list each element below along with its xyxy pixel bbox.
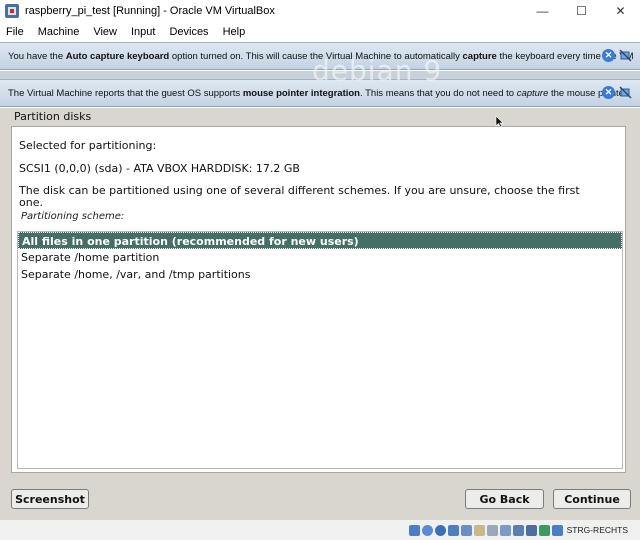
menu-help[interactable]: Help: [223, 26, 246, 38]
minimize-button[interactable]: —: [523, 0, 562, 22]
menu-bar: File Machine View Input Devices Help: [0, 22, 640, 41]
status-bar: STRG-RECHTS: [0, 520, 640, 540]
host-key-icon: [551, 524, 563, 536]
maximize-button[interactable]: ☐: [562, 0, 601, 22]
screenshot-button[interactable]: Screenshot: [11, 489, 89, 509]
do-not-show-again-icon[interactable]: [619, 86, 632, 99]
mouse-integration-icon[interactable]: [525, 524, 537, 536]
menu-machine[interactable]: Machine: [38, 26, 80, 38]
page-title: Partition disks: [14, 110, 92, 123]
selected-label: Selected for partitioning:: [19, 139, 157, 152]
close-notification-icon[interactable]: ✕: [602, 49, 615, 62]
menu-input[interactable]: Input: [131, 26, 155, 38]
go-back-button[interactable]: Go Back: [465, 489, 544, 509]
video-capture-icon[interactable]: [499, 524, 511, 536]
close-button[interactable]: ✕: [601, 0, 640, 22]
audio-icon[interactable]: [434, 524, 446, 536]
list-item-all-files[interactable]: All files in one partition (recommended …: [18, 232, 622, 249]
title-bar: raspberry_pi_test [Running] - Oracle VM …: [0, 0, 640, 22]
menu-view[interactable]: View: [93, 26, 117, 38]
continue-button[interactable]: Continue: [553, 489, 631, 509]
window-controls: — ☐ ✕: [523, 0, 640, 22]
display-icon[interactable]: [486, 524, 498, 536]
list-item-separate-home-var-tmp[interactable]: Separate /home, /var, and /tmp partition…: [18, 266, 622, 283]
host-key-label: STRG-RECHTS: [566, 525, 628, 535]
virtualization-icon[interactable]: [512, 524, 524, 536]
window-title: raspberry_pi_test [Running] - Oracle VM …: [25, 5, 275, 17]
optical-drive-icon[interactable]: [421, 524, 433, 536]
do-not-show-again-icon[interactable]: [619, 49, 632, 62]
close-notification-icon[interactable]: ✕: [602, 86, 615, 99]
description-line-1: The disk can be partitioned using one of…: [19, 184, 580, 197]
menu-devices[interactable]: Devices: [169, 26, 208, 38]
network-icon[interactable]: [447, 524, 459, 536]
hard-disk-icon[interactable]: [408, 524, 420, 536]
menu-file[interactable]: File: [6, 26, 24, 38]
shared-folders-icon[interactable]: [473, 524, 485, 536]
partitioning-scheme-list[interactable]: All files in one partition (recommended …: [17, 231, 623, 469]
mouse-cursor-icon: [495, 115, 504, 128]
scheme-label: Partitioning scheme:: [21, 211, 125, 222]
usb-icon[interactable]: [460, 524, 472, 536]
debian-watermark: debian 9: [312, 54, 443, 87]
description-line-2: one.: [19, 196, 43, 209]
installer-panel: Selected for partitioning: SCSI1 (0,0,0)…: [11, 126, 626, 473]
notification-text: The Virtual Machine reports that the gue…: [8, 87, 628, 99]
keyboard-capture-icon[interactable]: [538, 524, 550, 536]
disk-description: SCSI1 (0,0,0) (sda) - ATA VBOX HARDDISK:…: [19, 162, 300, 175]
virtualbox-icon: [5, 4, 19, 18]
list-item-separate-home[interactable]: Separate /home partition: [18, 249, 622, 266]
